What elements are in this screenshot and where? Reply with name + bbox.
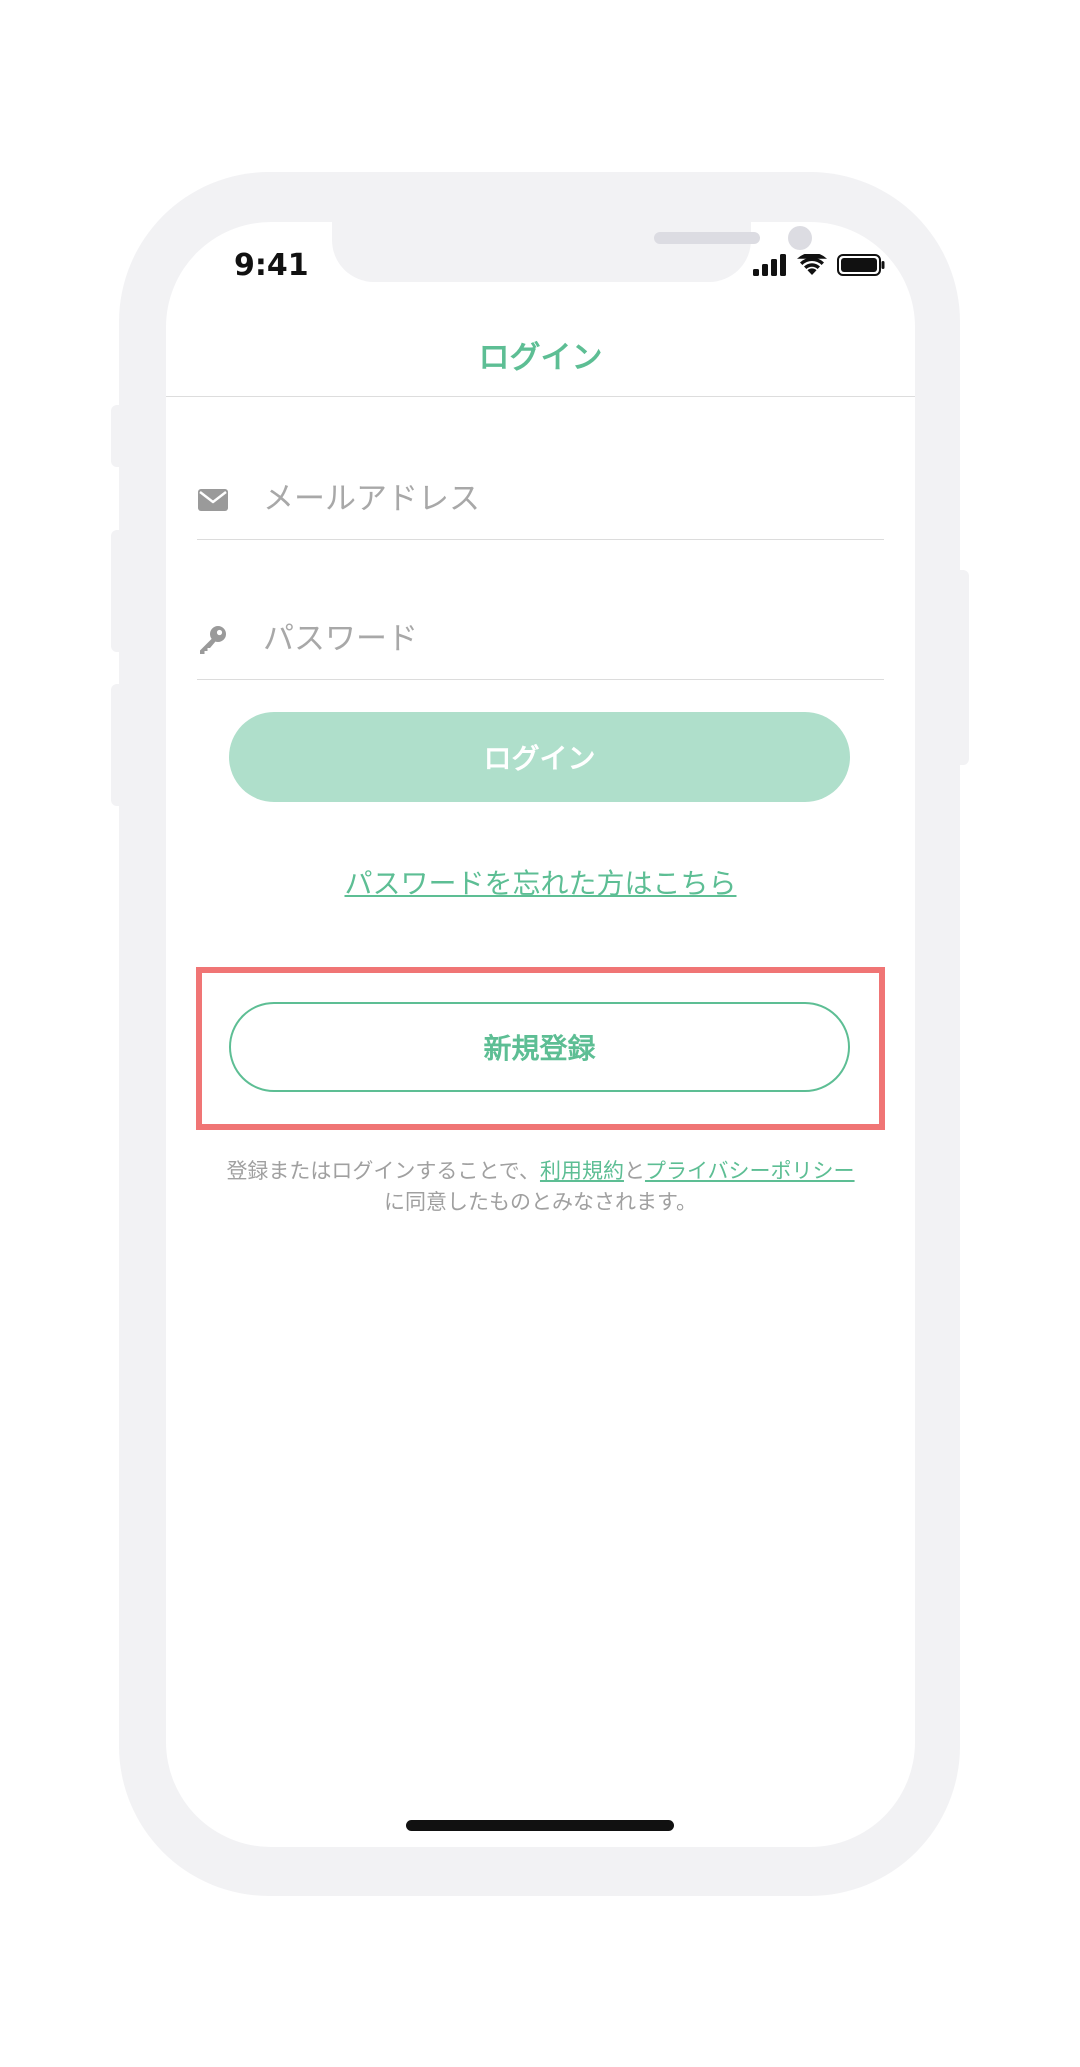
phone-screen: 9:41 ログイン メールアドレス ログイン パスワードを忘れた方はこちら 新規… <box>166 222 915 1847</box>
notch <box>332 222 812 282</box>
status-time: 9:41 <box>234 248 309 283</box>
terms-prefix: 登録またはログインすることで、 <box>226 1159 540 1183</box>
battery-icon <box>837 254 885 276</box>
page-title: ログイン <box>478 340 603 376</box>
wifi-icon <box>797 254 827 275</box>
login-button[interactable]: ログイン <box>229 712 850 802</box>
home-indicator[interactable] <box>406 1820 674 1831</box>
nav-divider <box>166 396 915 397</box>
mail-icon <box>198 489 228 511</box>
speaker-grille <box>654 232 760 244</box>
terms-notice: 登録またはログインすることで、利用規約とプライバシーポリシー に同意したものとみ… <box>186 1156 895 1218</box>
forgot-password-link[interactable]: パスワードを忘れた方はこちら <box>166 862 915 902</box>
email-input[interactable] <box>263 470 863 528</box>
key-icon <box>200 626 226 654</box>
terms-suffix: に同意したものとみなされます。 <box>384 1190 697 1214</box>
front-camera <box>788 226 812 250</box>
status-icons <box>753 254 885 276</box>
cellular-signal-icon <box>753 254 786 276</box>
signup-button[interactable]: 新規登録 <box>229 1002 850 1092</box>
terms-and: と <box>623 1159 645 1183</box>
password-field-row <box>197 600 884 680</box>
password-input[interactable] <box>263 610 863 668</box>
terms-of-service-link[interactable]: 利用規約 <box>540 1159 624 1183</box>
privacy-policy-link[interactable]: プライバシーポリシー <box>645 1159 855 1183</box>
email-field-row <box>197 460 884 540</box>
